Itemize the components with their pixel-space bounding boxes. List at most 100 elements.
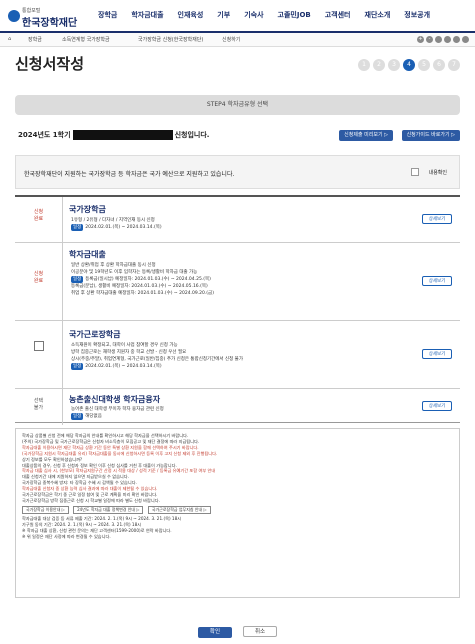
- table-row: 신청 완료 국가장학금 1유형 / 2유형 / 다자녀 / 지역인재 동시 신청 …: [15, 197, 460, 243]
- guide-button[interactable]: 신청가이드 바로가기 ▷: [401, 130, 460, 141]
- tool-icons: + -: [415, 36, 469, 43]
- menu-item-loan[interactable]: 학자금대출: [131, 10, 163, 20]
- logo[interactable]: 통합포털 한국장학재단: [8, 6, 98, 29]
- step-item: 3: [388, 59, 400, 71]
- row-period: 일정 2024.02.01.(목) ~ 2024.03.14.(목): [71, 224, 162, 231]
- row-line: 방학 집중근로는 재학생 지원자 중 학교 선발 - 신청 우선 필요: [71, 350, 187, 355]
- period-text: 해당없음: [85, 414, 102, 419]
- row-period: 등록금(분납), 생활비 예정일자: 2024.01.03.(수) ~ 2024…: [71, 283, 214, 290]
- period-text: 2024.02.01.(목) ~ 2024.03.14.(목): [85, 364, 162, 369]
- notes-box: 학자금 상품별 신청 전에 해당 학자금의 안내를 확인하시고 해당 학자금을 …: [15, 428, 460, 598]
- step-item: 7: [448, 59, 460, 71]
- period-text: 2024.02.01.(목) ~ 2024.03.14.(목): [85, 225, 162, 230]
- note-link-button[interactable]: 24년도 학자금 대출 정책변경 안내 ▷: [73, 505, 144, 514]
- select-checkbox[interactable]: [33, 341, 44, 351]
- row-period: 일정 해당없음: [71, 413, 164, 420]
- menu-item-scholarship[interactable]: 장학금: [98, 10, 117, 20]
- share-icon[interactable]: [444, 36, 451, 43]
- term-suffix: 신청입니다.: [174, 131, 210, 139]
- period-text: 등록금(일시납) 예정일자: 2024.01.03.(수) ~ 2024.04.…: [85, 277, 211, 282]
- preview-button[interactable]: 신청제출 미리보기 ▷: [339, 130, 393, 141]
- top-navigation: 통합포털 한국장학재단 장학금 학자금대출 인재육성 기부 기숙사 고졸민JOB…: [0, 0, 475, 33]
- menu-item-info[interactable]: 정보공개: [404, 10, 430, 20]
- row-line: 1유형 / 2유형 / 다자녀 / 지역인재 동시 신청: [71, 218, 155, 223]
- status-badge: 선택 불가: [33, 398, 44, 411]
- main-menu: 장학금 학자금대출 인재육성 기부 기숙사 고졸민JOB 고객센터 재단소개 정…: [98, 10, 444, 20]
- row-title: 학자금대출: [69, 250, 106, 259]
- cancel-button[interactable]: 취소: [243, 626, 278, 637]
- confirm-checkbox-label: 내용확인: [428, 170, 447, 176]
- menu-item-donation[interactable]: 기부: [217, 10, 230, 20]
- logo-mark-icon: [8, 10, 20, 22]
- step-item: 1: [358, 59, 370, 71]
- row-period: 일정 등록금(일시납) 예정일자: 2024.01.03.(수) ~ 2024.0…: [71, 276, 214, 283]
- breadcrumb-item[interactable]: 소득연계형 국가장학금: [62, 36, 110, 43]
- logo-subtitle: 통합포털: [22, 8, 41, 14]
- notice-box: 한국장학재단이 지원하는 국가장학금 등 학자금은 국가 예산으로 지원하고 있…: [15, 155, 460, 189]
- row-line: 소득재원이 확정되고, 대학이 사업 참여할 경우 신청 가능: [71, 343, 178, 348]
- note-link-button[interactable]: 국가근로장학금 업무지침 안내 ▷: [147, 505, 211, 514]
- period-text: 등록금(분납), 생활비 예정일자: 2024.01.03.(수) ~ 2024…: [71, 284, 208, 289]
- loan-type-table: 신청 완료 국가장학금 1유형 / 2유형 / 다자녀 / 지역인재 동시 신청 …: [15, 195, 460, 425]
- menu-item-about[interactable]: 재단소개: [365, 10, 391, 20]
- notice-text: 한국장학재단이 지원하는 국가장학금 등 학자금은 국가 예산으로 지원하고 있…: [24, 171, 235, 178]
- breadcrumb-item[interactable]: 장학금: [28, 36, 42, 43]
- note-line: 국가근로장학금 방학 집중근로 신청 시 학교별 일정에 따라 별도 신청 바랍…: [22, 497, 160, 503]
- menu-item-customer[interactable]: 고객센터: [325, 10, 351, 20]
- breadcrumb: ⌂ 장학금 소득연계형 국가장학금 국가장학금 신청(한국장학재단) 신청하기 …: [0, 33, 475, 47]
- period-tag: 일정: [71, 276, 84, 283]
- step-item: 5: [418, 59, 430, 71]
- table-row: 신청 완료 학자금대출 일반 상환/취업 후 상환 학자금대출 동시 신청 이공분…: [15, 243, 460, 321]
- period-tag: 일정: [71, 413, 84, 420]
- row-line: 상시(주중/주말), 취업연계형, 국가근로(일반/집중) 추가 신청은 통합신…: [71, 357, 243, 362]
- breadcrumb-item[interactable]: 신청하기: [222, 36, 240, 43]
- menu-item-dormitory[interactable]: 기숙사: [244, 10, 263, 20]
- step-item-active: 4: [403, 59, 415, 71]
- table-row: 선택 불가 농촌출신대학생 학자금융자 농어촌 출신 대학생 무이자 학자 융자금…: [15, 389, 460, 425]
- menu-item-job[interactable]: 고졸민JOB: [278, 10, 311, 20]
- row-title: 국가장학금: [69, 205, 106, 214]
- zoom-in-icon[interactable]: +: [417, 36, 424, 43]
- redacted-block: [72, 130, 173, 140]
- home-icon[interactable]: ⌂: [8, 36, 11, 42]
- breadcrumb-item[interactable]: 국가장학금 신청(한국장학재단): [138, 36, 203, 43]
- row-details: 1유형 / 2유형 / 다자녀 / 지역인재 동시 신청 일정 2024.02.0…: [71, 217, 162, 231]
- step-item: 2: [373, 59, 385, 71]
- bottom-actions: 확인 취소: [0, 618, 475, 638]
- confirm-checkbox[interactable]: [411, 168, 419, 176]
- term-prefix: 2024년도 1학기: [18, 131, 71, 139]
- zoom-out-icon[interactable]: -: [426, 36, 433, 43]
- period-tag: 일정: [71, 224, 84, 231]
- term-info: 2024년도 1학기 신청입니다.: [18, 130, 209, 140]
- status-badge: 신청 완료: [33, 271, 44, 284]
- print-icon[interactable]: [435, 36, 442, 43]
- step-item: 6: [433, 59, 445, 71]
- period-tag: 일정: [71, 363, 84, 370]
- confirm-button[interactable]: 확인: [197, 627, 232, 638]
- row-title: 국가근로장학금: [69, 330, 121, 339]
- detail-button[interactable]: 상세보기: [422, 401, 452, 411]
- row-details: 일반 상환/취업 후 상환 학자금대출 동시 신청 이공분야 및 19학년도 이…: [71, 262, 214, 297]
- row-line: 이공분야 및 19학년도 이후 입학자는 등록/생활비 학자금 대출 가능: [71, 270, 198, 275]
- row-line: 일반 상환/취업 후 상환 학자금대출 동시 신청: [71, 263, 156, 268]
- table-row: 국가근로장학금 소득재원이 확정되고, 대학이 사업 참여할 경우 신청 가능 …: [15, 321, 460, 389]
- detail-button[interactable]: 상세보기: [422, 349, 452, 359]
- row-period: 일정 2024.02.01.(목) ~ 2024.03.14.(목): [71, 363, 243, 370]
- row-details: 소득재원이 확정되고, 대학이 사업 참여할 경우 신청 가능 방학 집중근로는…: [71, 342, 243, 370]
- menu-item-talent[interactable]: 인재육성: [178, 10, 204, 20]
- step-indicator: 1 2 3 4 5 6 7: [355, 59, 460, 71]
- detail-button[interactable]: 상세보기: [422, 214, 452, 224]
- bookmark-icon[interactable]: [453, 36, 460, 43]
- row-line: 농어촌 출신 대학생 무이자 학자 융자금 관련 신청: [71, 407, 164, 412]
- period-text: 취업 후 상환 학자금대출 예정일자: 2024.01.03.(수) ~ 202…: [71, 291, 214, 296]
- row-period: 취업 후 상환 학자금대출 예정일자: 2024.01.03.(수) ~ 202…: [71, 290, 214, 297]
- detail-button[interactable]: 상세보기: [422, 276, 452, 286]
- note-link-button[interactable]: 국가장학금 이용안내 ▷: [22, 505, 69, 514]
- page-title: 신청서작성: [15, 55, 85, 73]
- row-details: 농어촌 출신 대학생 무이자 학자 융자금 관련 신청 일정 해당없음: [71, 406, 164, 420]
- status-badge: 신청 완료: [33, 209, 44, 222]
- note-button-row: 국가장학금 이용안내 ▷ 24년도 학자금 대출 정책변경 안내 ▷ 국가근로장…: [22, 505, 453, 514]
- step-label: STEP4 학자금유형 선택: [15, 95, 460, 115]
- note-line: ※ 위 일정은 재단 사정에 따라 변경될 수 있습니다.: [22, 533, 111, 539]
- link-icon[interactable]: [462, 36, 469, 43]
